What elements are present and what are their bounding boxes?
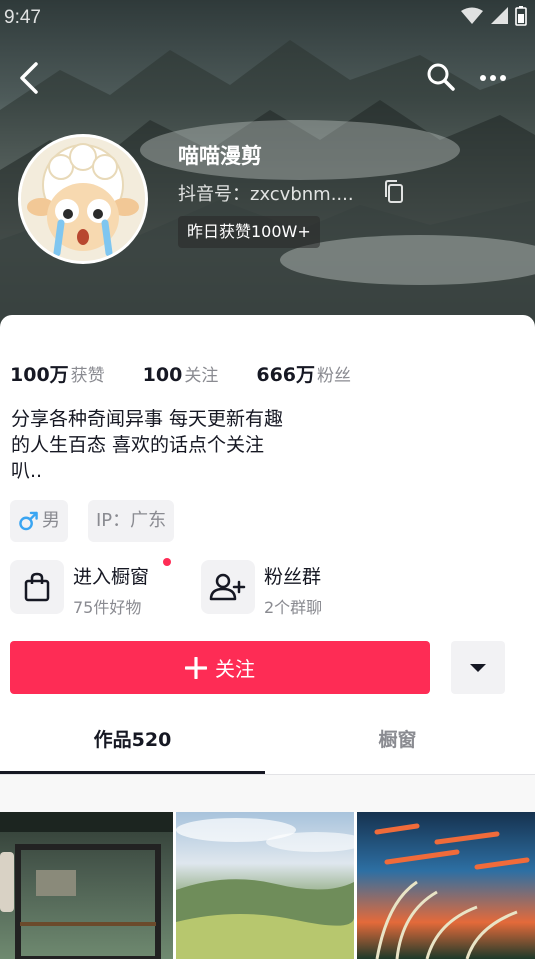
video-thumbnail-image	[176, 818, 354, 959]
plus-icon	[185, 656, 207, 679]
avatar[interactable]	[18, 134, 148, 264]
follow-label: 关注	[215, 657, 255, 681]
signal-icon	[491, 7, 508, 24]
follow-button[interactable]: 关注	[10, 641, 430, 694]
stat-followers-label: 粉丝	[317, 366, 352, 386]
yesterday-likes-badge: 昨日获赞100W+	[178, 216, 320, 248]
stat-likes-value: 100万	[10, 364, 69, 386]
add-group-icon	[209, 573, 246, 601]
stat-likes-label: 获赞	[70, 366, 105, 386]
fan-group-entry[interactable]: 粉丝群 2个群聊	[201, 560, 341, 618]
battery-icon	[515, 6, 527, 26]
stat-following-label: 关注	[184, 366, 219, 386]
fan-group-title: 粉丝群	[264, 566, 322, 588]
ip-tag: IP：广东	[88, 500, 175, 542]
copy-icon	[385, 180, 403, 203]
notification-dot	[163, 558, 171, 566]
status-bar: 9:47	[0, 0, 535, 36]
more-button[interactable]	[474, 62, 512, 92]
shopping-bag-icon	[24, 572, 50, 602]
shop-window-title: 进入橱窗	[73, 566, 150, 588]
male-icon	[19, 511, 38, 531]
stat-followers-value: 666万	[256, 364, 316, 386]
recommend-dropdown-button[interactable]	[451, 641, 505, 694]
wifi-icon	[461, 7, 483, 24]
back-icon	[20, 62, 38, 94]
video-thumbnail[interactable]	[0, 812, 173, 959]
status-time: 9:47	[4, 7, 41, 28]
copy-id-button[interactable]	[382, 179, 406, 205]
more-icon	[480, 75, 506, 81]
video-thumbnail[interactable]	[176, 812, 354, 959]
ip-label: IP：广东	[96, 510, 167, 531]
stat-following-value: 100	[142, 364, 183, 386]
search-button[interactable]	[424, 60, 458, 94]
active-tab-indicator	[0, 771, 265, 774]
grid-spacer	[0, 775, 535, 812]
nickname: 喵喵漫剪	[178, 144, 262, 168]
avatar-image	[21, 137, 145, 261]
stats-row: 100万 获赞 100 关注 666万 粉丝	[10, 360, 389, 387]
shop-window-subtitle: 75件好物	[73, 598, 142, 617]
tab-works[interactable]: 作品520	[0, 702, 265, 774]
shop-window-entry[interactable]: 进入橱窗 75件好物	[10, 560, 180, 618]
stat-followers[interactable]: 666万 粉丝	[256, 360, 351, 387]
stat-following[interactable]: 100 关注	[143, 361, 219, 386]
caret-down-icon	[470, 663, 486, 672]
douyin-id: 抖音号：zxcvbnm....	[178, 184, 354, 205]
content-tabs: 作品520 橱窗	[0, 702, 535, 775]
video-thumbnail-image	[0, 812, 173, 959]
gender-label: 男	[42, 510, 60, 531]
bio-text: 分享各种奇闻异事 每天更新有趣 的人生百态 喜欢的话点个关注 叭..	[11, 408, 284, 482]
back-button[interactable]	[12, 58, 48, 98]
tab-shop-window[interactable]: 橱窗	[265, 702, 530, 774]
stat-likes[interactable]: 100万 获赞	[10, 360, 105, 387]
search-icon	[427, 63, 455, 91]
gender-tag: 男	[10, 500, 68, 542]
video-thumbnail[interactable]	[357, 812, 535, 959]
video-thumbnail-image	[374, 823, 530, 959]
fan-group-subtitle: 2个群聊	[264, 598, 323, 617]
